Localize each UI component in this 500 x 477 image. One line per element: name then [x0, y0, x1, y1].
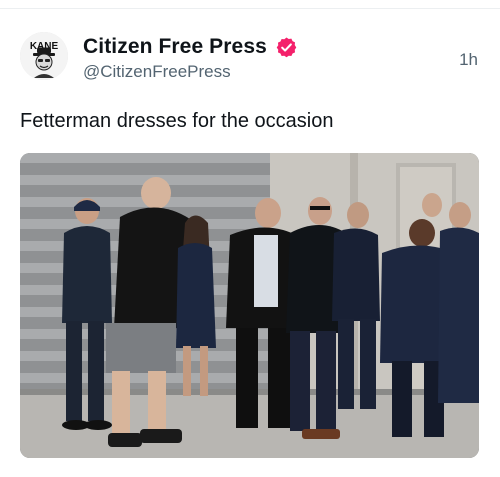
- avatar[interactable]: KANE: [20, 32, 68, 80]
- tweet-photo[interactable]: [20, 153, 479, 458]
- verified-badge-icon: [275, 36, 298, 59]
- timestamp[interactable]: 1h: [459, 50, 478, 70]
- display-name[interactable]: Citizen Free Press: [83, 35, 267, 59]
- tweet-card[interactable]: KANE Citizen Free Press @CitizenFreePres…: [0, 9, 500, 477]
- author-name-row: Citizen Free Press: [83, 33, 298, 61]
- tweet-text: Fetterman dresses for the occasion: [20, 110, 334, 132]
- author-handle[interactable]: @CitizenFreePress: [83, 62, 231, 82]
